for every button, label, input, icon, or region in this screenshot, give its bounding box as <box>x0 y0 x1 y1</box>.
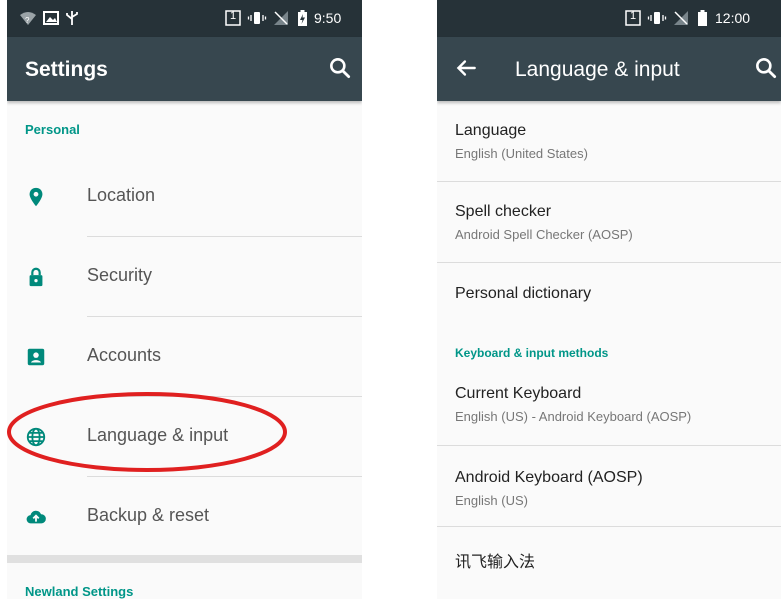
vibrate-icon <box>247 12 267 24</box>
language-input-screen: 1 12:00 Language & input Language Englis… <box>437 0 781 599</box>
status-bar: 1 12:00 <box>437 0 781 37</box>
setting-title: Current Keyboard <box>455 385 582 402</box>
settings-item-accounts[interactable]: Accounts <box>7 317 362 397</box>
setting-personal-dictionary[interactable]: Personal dictionary <box>437 263 781 325</box>
battery-charging-icon <box>298 10 307 26</box>
setting-language[interactable]: Language English (United States) <box>437 101 781 181</box>
setting-title: Spell checker <box>455 203 552 220</box>
app-bar: Settings <box>7 37 362 101</box>
setting-summary: English (US) - Android Keyboard (AOSP) <box>455 409 692 424</box>
page-title: Language & input <box>515 58 680 81</box>
settings-item-label: Language & input <box>87 425 229 445</box>
vibrate-icon <box>647 12 667 24</box>
globe-icon <box>26 427 46 447</box>
image-notification-icon <box>43 11 59 25</box>
setting-current-keyboard[interactable]: Current Keyboard English (US) - Android … <box>437 365 781 445</box>
status-time: 9:50 <box>314 10 342 26</box>
page-title: Settings <box>25 58 108 81</box>
setting-spell-checker[interactable]: Spell checker Android Spell Checker (AOS… <box>437 182 781 262</box>
category-keyboard-input-methods: Keyboard & input methods <box>455 346 609 360</box>
lock-icon <box>29 267 43 287</box>
search-icon[interactable] <box>753 55 779 81</box>
battery-full-icon <box>698 10 707 26</box>
settings-screen: ? 1 9:50 Settings Personal Location Secu… <box>7 0 362 599</box>
search-icon[interactable] <box>327 55 353 81</box>
back-arrow-icon[interactable] <box>453 55 479 81</box>
settings-item-backup-reset[interactable]: Backup & reset <box>7 477 362 557</box>
settings-item-label: Accounts <box>87 345 162 365</box>
category-personal: Personal <box>25 122 80 137</box>
setting-summary: Android Spell Checker (AOSP) <box>455 227 633 242</box>
account-box-icon <box>27 348 45 366</box>
settings-item-security[interactable]: Security <box>7 237 362 317</box>
wifi-unknown-icon: ? <box>20 12 36 25</box>
status-bar: ? 1 9:50 <box>7 0 362 37</box>
setting-title: 讯飞输入法 <box>455 552 536 571</box>
setting-title: Personal dictionary <box>455 285 592 302</box>
category-newland-settings: Newland Settings <box>25 584 134 599</box>
status-time: 12:00 <box>715 10 751 26</box>
no-signal-icon <box>274 11 288 25</box>
sim-slot-number: 1 <box>630 10 637 22</box>
settings-item-label: Backup & reset <box>87 505 210 525</box>
setting-summary: English (US) <box>455 493 528 508</box>
settings-item-language-input[interactable]: Language & input <box>7 397 362 477</box>
cloud-upload-icon <box>26 510 46 524</box>
setting-title: Language <box>455 122 527 139</box>
settings-item-label: Location <box>87 185 156 205</box>
sim-slot-number: 1 <box>230 10 237 22</box>
setting-title: Android Keyboard (AOSP) <box>455 469 643 486</box>
setting-summary: English (United States) <box>455 146 588 161</box>
setting-iflytek-input[interactable]: 讯飞输入法 <box>437 527 781 597</box>
app-bar: Language & input <box>437 37 781 101</box>
no-signal-icon <box>674 11 688 25</box>
section-separator <box>7 555 362 563</box>
setting-android-keyboard[interactable]: Android Keyboard (AOSP) English (US) <box>437 446 781 526</box>
location-pin-icon <box>29 187 43 207</box>
settings-item-label: Security <box>87 265 153 285</box>
usb-icon <box>66 11 78 25</box>
settings-item-location[interactable]: Location <box>7 157 362 237</box>
svg-text:?: ? <box>25 16 30 25</box>
